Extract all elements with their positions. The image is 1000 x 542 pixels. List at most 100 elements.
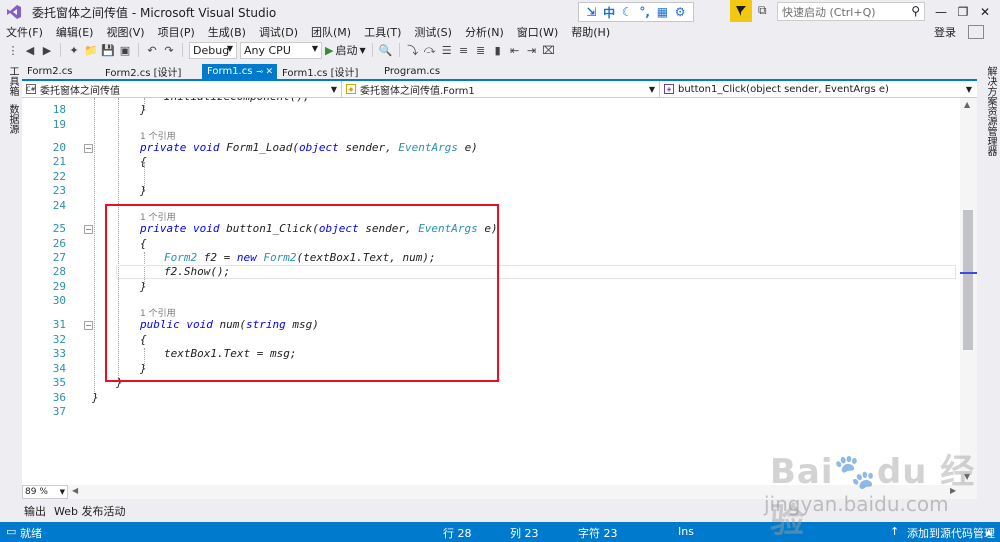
tab-label: Form1.cs [设计]	[282, 68, 359, 79]
menu-build[interactable]: 生成(B)	[208, 24, 246, 40]
collapse-icon[interactable]: −	[84, 144, 93, 153]
vertical-scrollbar[interactable]: ▲ ▼	[960, 98, 977, 485]
collapse-icon[interactable]: −	[84, 321, 93, 330]
project-dropdown[interactable]: C# 委托窗体之间传值 ▼	[22, 81, 342, 97]
platform-value: Any CPU	[244, 43, 291, 57]
start-debugging-button[interactable]: ▶ 启动 ▼	[325, 42, 366, 58]
solution-platform-select[interactable]: Any CPU ▼	[240, 41, 322, 59]
code-line: 21{	[22, 155, 960, 169]
play-icon: ▶	[325, 43, 334, 57]
menu-window[interactable]: 窗口(W)	[517, 24, 558, 40]
next-bookmark-icon[interactable]: ⇥	[525, 43, 539, 57]
zoom-value: 89 %	[25, 487, 48, 497]
ime-toolbar[interactable]: ⇲ 中 ☾ °, ▦ ⚙	[578, 2, 694, 22]
tab-form2-cs[interactable]: Form2.cs	[22, 64, 100, 79]
menu-file[interactable]: 文件(F)	[6, 24, 43, 40]
status-column: 列 23	[510, 527, 539, 540]
find-icon[interactable]: 🔍	[379, 43, 393, 57]
save-all-icon[interactable]: ▣	[118, 43, 132, 57]
menu-tools[interactable]: 工具(T)	[364, 24, 401, 40]
line-number: 26	[52, 237, 66, 250]
line-number: 21	[52, 155, 66, 168]
minimize-button[interactable]: —	[930, 2, 952, 22]
line-number: 20	[52, 141, 66, 154]
redo-icon[interactable]: ↷	[162, 43, 176, 57]
moon-icon[interactable]: ☾	[622, 5, 633, 19]
open-file-icon[interactable]: 📁	[84, 43, 98, 57]
menu-team[interactable]: 团队(M)	[311, 24, 351, 40]
menu-project[interactable]: 项目(P)	[158, 24, 195, 40]
feedback-icon[interactable]: ⧉	[758, 3, 767, 18]
type-dropdown[interactable]: ◆ 委托窗体之间传值.Form1 ▼	[342, 81, 660, 97]
search-icon[interactable]: ⚲	[911, 4, 920, 18]
zoom-select[interactable]: 89 % ▼	[22, 485, 68, 499]
menu-edit[interactable]: 编辑(E)	[56, 24, 94, 40]
gear-icon[interactable]: ⚙	[675, 5, 686, 19]
status-character: 字符 23	[578, 527, 618, 540]
pin-icon[interactable]: ⊸	[256, 67, 263, 76]
ime-switch-icon[interactable]: ⇲	[586, 5, 596, 19]
restore-button[interactable]: ❐	[952, 2, 974, 22]
code-line: 22	[22, 170, 960, 184]
member-dropdown[interactable]: ◈ button1_Click(object sender, EventArgs…	[660, 81, 976, 97]
undo-icon[interactable]: ↶	[145, 43, 159, 57]
step-into-icon[interactable]: ⤵	[406, 43, 420, 57]
code-line: 18}	[22, 103, 960, 117]
sign-in-link[interactable]: 登录	[934, 24, 956, 40]
tab-form1-cs[interactable]: Form1.cs ⊸ ✕	[202, 64, 277, 79]
notification-flag-icon[interactable]	[730, 0, 752, 22]
tab-program-cs[interactable]: Program.cs	[379, 64, 465, 79]
clear-bookmarks-icon[interactable]: ⌧	[542, 43, 556, 57]
code-editor[interactable]: InitializeComponent(); 18} 19 1 个引用 20−p…	[22, 98, 960, 485]
prev-bookmark-icon[interactable]: ⇤	[508, 43, 522, 57]
save-icon[interactable]: 💾	[101, 43, 115, 57]
tab-web-publish-activity[interactable]: Web 发布活动	[54, 503, 125, 519]
tab-form1-designer[interactable]: Form1.cs [设计]	[277, 64, 379, 79]
back-icon[interactable]: ◀	[23, 43, 37, 57]
watermark-url: jingyan.baidu.com	[764, 492, 949, 516]
menu-view[interactable]: 视图(V)	[106, 24, 144, 40]
status-ready: 就绪	[20, 527, 42, 540]
status-insert-mode: Ins	[678, 525, 694, 538]
solution-explorer-tab[interactable]: 解决方案资源管理器	[983, 66, 998, 156]
punctuation-icon[interactable]: °,	[639, 5, 650, 19]
uncomment-icon[interactable]: ≣	[474, 43, 488, 57]
ime-mode-label[interactable]: 中	[603, 4, 615, 21]
toolbar-separator	[398, 43, 400, 57]
format-icon[interactable]: ☰	[440, 43, 454, 57]
toolbar-separator	[182, 43, 183, 57]
csharp-project-icon: C#	[26, 84, 36, 94]
toolbox-tab[interactable]: 工具箱	[5, 66, 20, 96]
new-project-icon[interactable]: ✦	[67, 43, 81, 57]
data-sources-tab[interactable]: 数据源	[5, 104, 20, 134]
scrollbar-thumb[interactable]	[963, 210, 973, 350]
menu-help[interactable]: 帮助(H)	[571, 24, 610, 40]
close-icon[interactable]: ✕	[265, 67, 273, 77]
line-number: 25	[52, 222, 66, 235]
scroll-up-icon[interactable]: ▲	[964, 100, 970, 109]
bookmark-icon[interactable]: ▮	[491, 43, 505, 57]
quick-launch-input[interactable]: 快速启动 (Ctrl+Q) ⚲	[777, 2, 925, 21]
line-number: 37	[52, 405, 66, 418]
code-line: 36}	[22, 391, 960, 405]
tab-form2-designer[interactable]: Form2.cs [设计]	[100, 64, 202, 79]
forward-icon[interactable]: ▶	[40, 43, 54, 57]
toolbar-separator	[60, 43, 61, 57]
tab-output[interactable]: 输出	[24, 503, 46, 519]
standard-toolbar: ⋮ ◀ ▶ ✦ 📁 💾 ▣ ↶ ↷ Debug ▼ Any CPU ▼ ▶ 启动 ▼…	[0, 40, 1000, 60]
menu-test[interactable]: 测试(S)	[414, 24, 452, 40]
method-icon: ◈	[664, 84, 674, 94]
chevron-down-icon: ▼	[330, 84, 337, 94]
scroll-left-icon[interactable]: ◀	[72, 486, 78, 495]
menu-analyze[interactable]: 分析(N)	[465, 24, 504, 40]
solution-configuration-select[interactable]: Debug ▼	[189, 41, 237, 59]
keyboard-icon[interactable]: ▦	[657, 5, 668, 19]
menu-debug[interactable]: 调试(D)	[259, 24, 298, 40]
step-over-icon[interactable]: ⤼	[423, 43, 437, 57]
collapse-icon[interactable]: −	[84, 225, 93, 234]
comment-icon[interactable]: ≡	[457, 43, 471, 57]
line-number: 18	[52, 103, 66, 116]
close-button[interactable]: ✕	[974, 2, 996, 22]
navigation-bar: C# 委托窗体之间传值 ▼ ◆ 委托窗体之间传值.Form1 ▼ ◈ butto…	[22, 81, 977, 98]
account-icon[interactable]	[968, 25, 984, 39]
